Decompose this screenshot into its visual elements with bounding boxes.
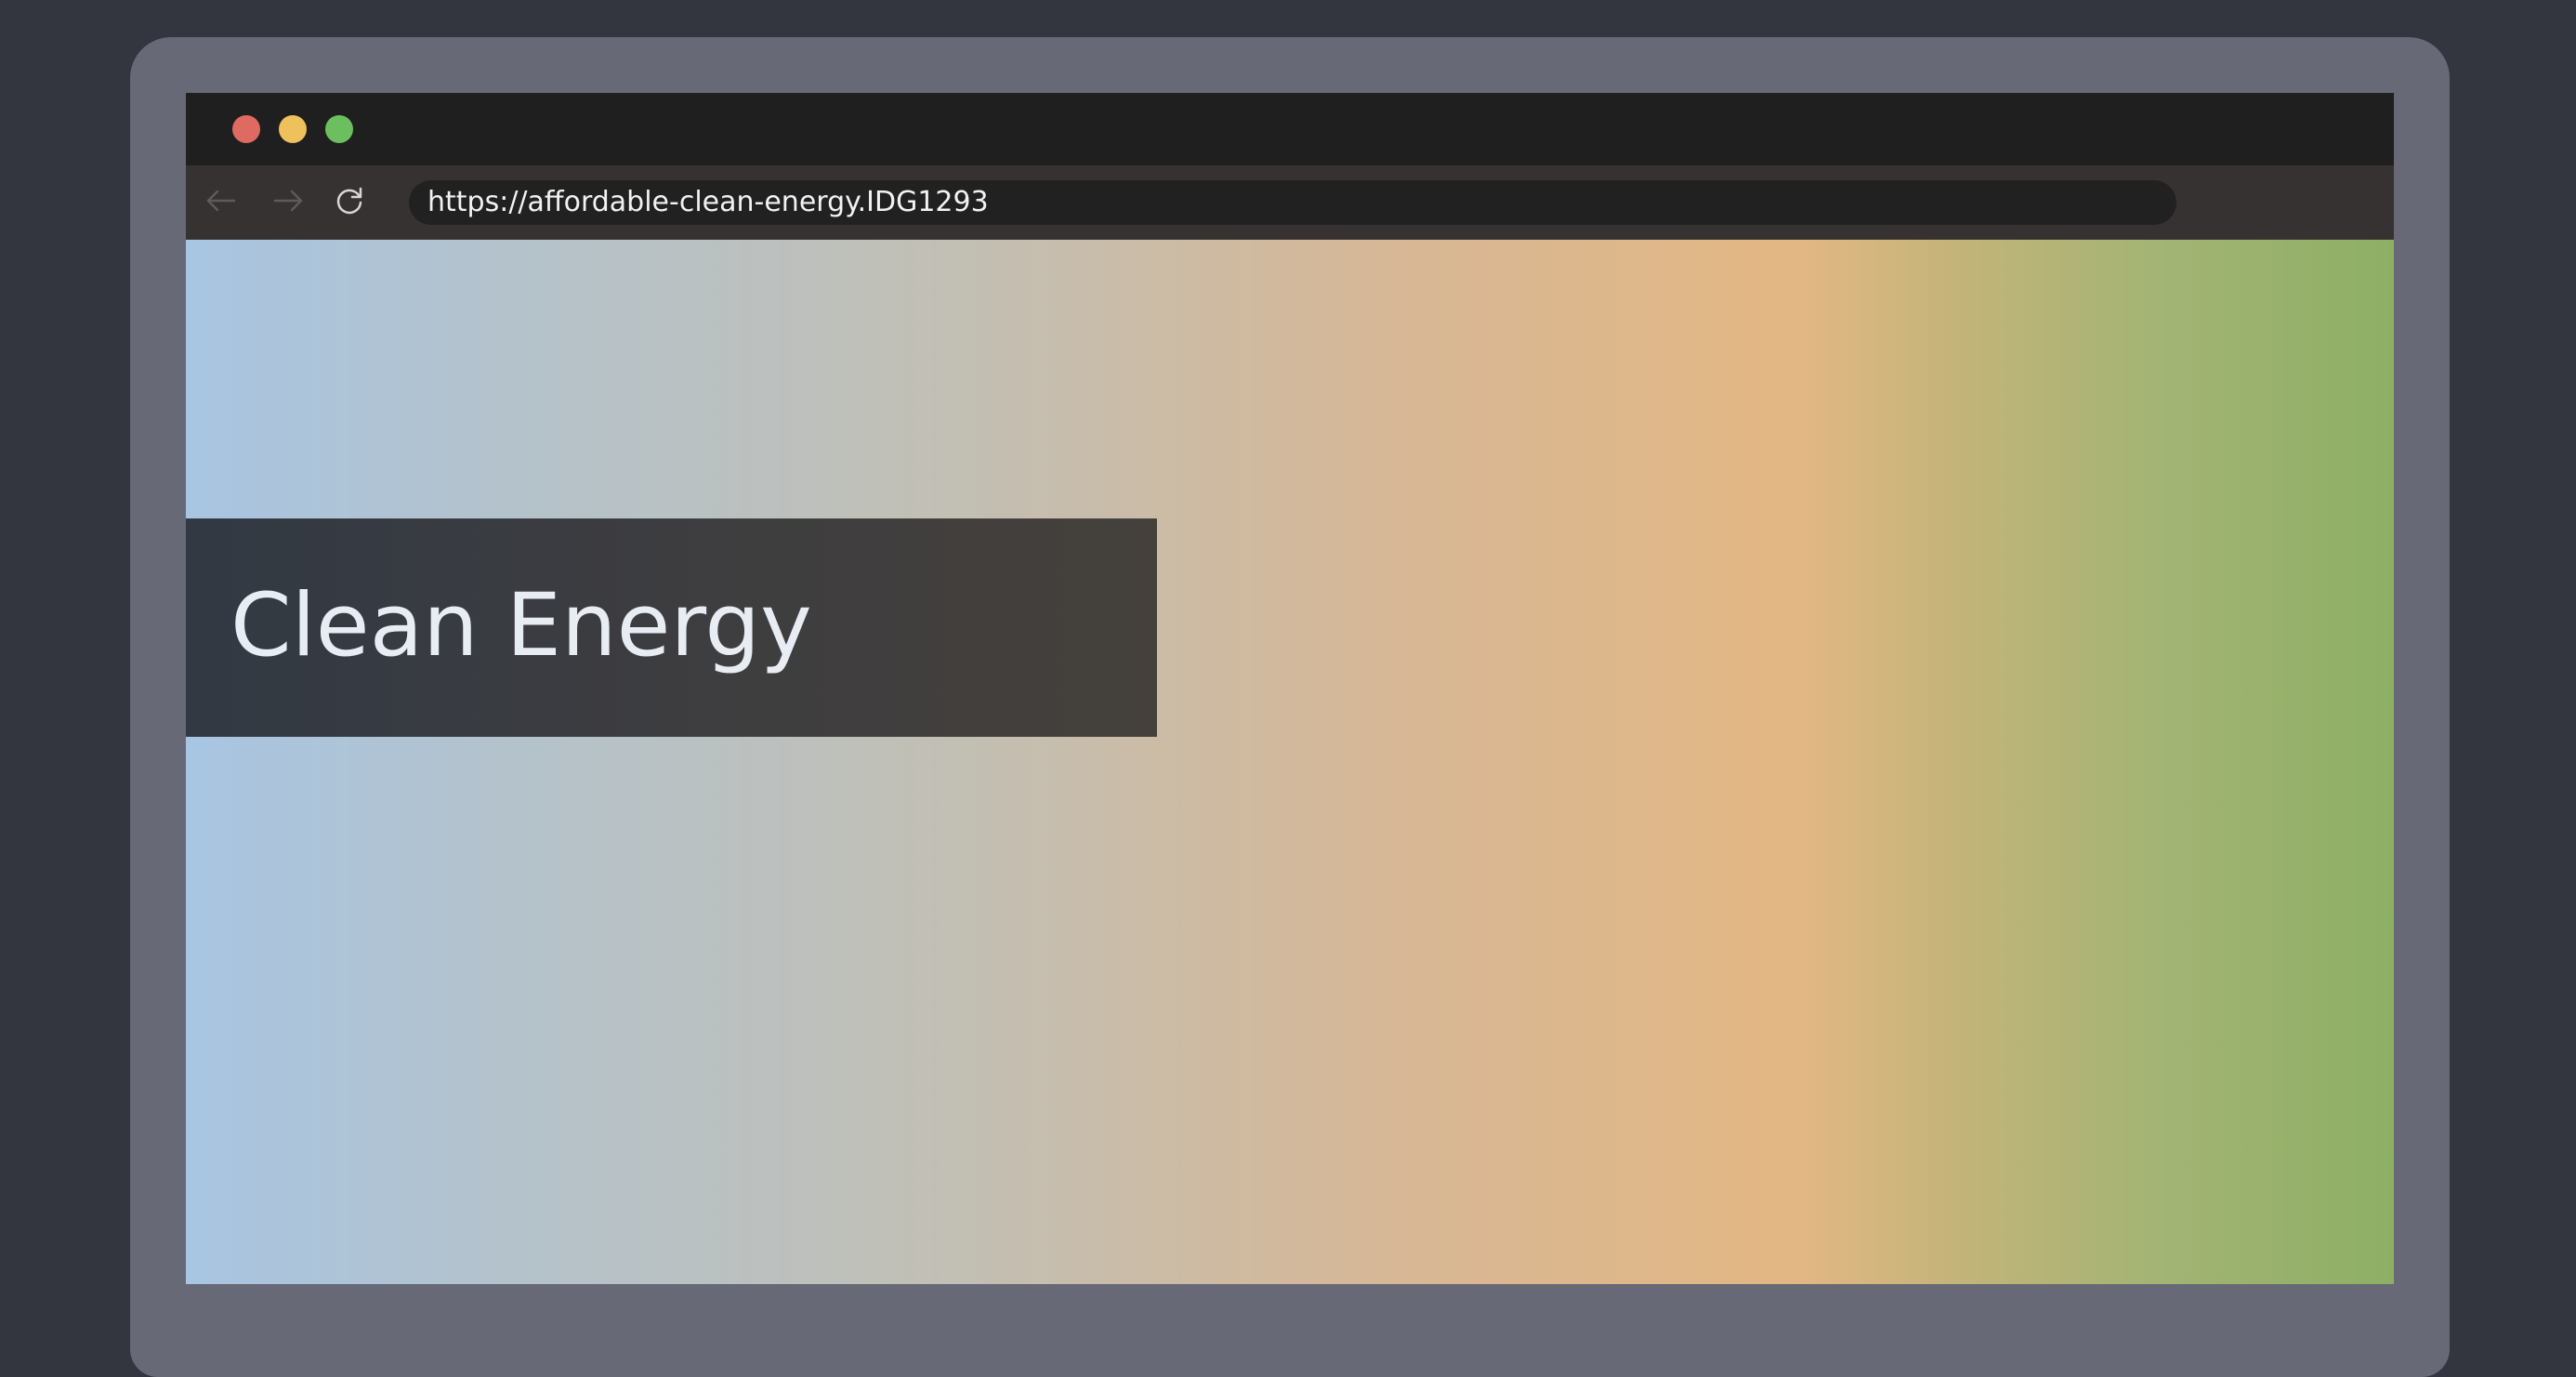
- browser-toolbar: https://affordable-clean-energy.IDG1293: [186, 165, 2394, 240]
- arrow-right-icon[interactable]: [268, 180, 309, 221]
- reload-icon[interactable]: [329, 180, 370, 221]
- arrow-left-icon[interactable]: [201, 180, 242, 221]
- hero-banner: Clean Energy: [186, 518, 1157, 737]
- title-bar: [186, 93, 2394, 165]
- page-title: Clean Energy: [230, 575, 812, 676]
- minimize-window-button[interactable]: [279, 115, 307, 143]
- device-frame: https://affordable-clean-energy.IDG1293 …: [130, 37, 2450, 1377]
- close-window-button[interactable]: [232, 115, 260, 143]
- maximize-window-button[interactable]: [325, 115, 353, 143]
- browser-window: https://affordable-clean-energy.IDG1293 …: [186, 93, 2394, 1284]
- page-viewport: Clean Energy: [186, 240, 2394, 1284]
- address-bar[interactable]: https://affordable-clean-energy.IDG1293: [409, 180, 2176, 225]
